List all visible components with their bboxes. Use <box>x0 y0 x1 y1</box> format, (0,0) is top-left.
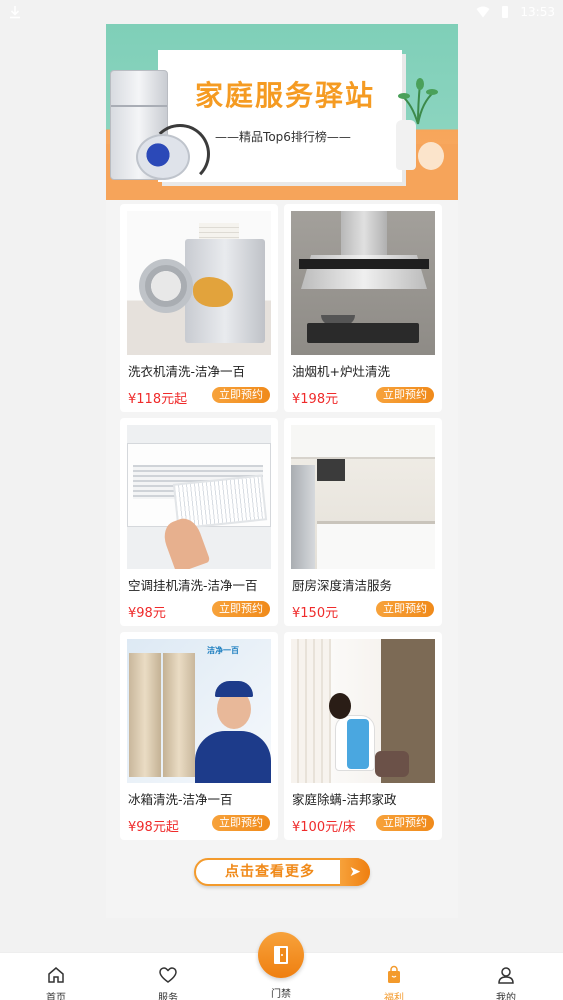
product-name: 空调挂机清洗-洁净一百 <box>128 578 258 593</box>
product-name: 厨房深度清洁服务 <box>292 578 393 593</box>
wifi-icon <box>476 6 490 18</box>
microwave-graphic <box>317 459 345 481</box>
stove-graphic <box>307 323 419 343</box>
product-name: 冰箱清洗-洁净一百 <box>128 792 233 807</box>
book-now-button[interactable]: 立即预约 <box>376 815 434 831</box>
air-conditioner-image <box>127 425 271 569</box>
battery-icon <box>502 6 509 18</box>
access-control-button[interactable] <box>258 932 304 978</box>
nav-label-mine: 我的 <box>496 993 516 1000</box>
kitchen-fridge-graphic <box>291 465 315 569</box>
washing-machine-image <box>127 211 271 355</box>
heart-icon <box>159 967 177 983</box>
view-more-label: 点击查看更多 <box>225 864 315 880</box>
nav-item-service[interactable]: 服务 <box>128 953 208 1000</box>
product-name: 家庭除螨-洁邦家政 <box>292 792 397 807</box>
cleaner-head-graphic <box>329 693 351 719</box>
status-time: 13:53 <box>520 5 555 19</box>
nav-label-access: 门禁 <box>271 989 291 1000</box>
status-left <box>8 5 22 19</box>
product-price: ¥198元 <box>292 392 339 407</box>
vase-illustration-2 <box>418 142 444 170</box>
welfare-panel: 家庭服务驿站 ——精品Top6排行榜—— 洗衣机清洗-洁净一百 ¥118元起 立… <box>106 24 458 918</box>
refrigerator-image: 洁净一百 <box>127 639 271 783</box>
nav-item-mine[interactable]: 我的 <box>466 953 546 1000</box>
product-price: ¥98元起 <box>128 820 179 835</box>
product-card[interactable]: 洗衣机清洗-洁净一百 ¥118元起 立即预约 <box>120 204 278 412</box>
book-now-button[interactable]: 立即预约 <box>212 815 270 831</box>
banner-subtitle: ——精品Top6排行榜—— <box>215 130 351 144</box>
brand-logo: 洁净一百 <box>207 646 239 655</box>
status-right: 13:53 <box>476 5 555 19</box>
book-now-button[interactable]: 立即预约 <box>212 387 270 403</box>
product-price: ¥100元/床 <box>292 820 356 835</box>
curtain-graphic <box>291 639 331 783</box>
product-card[interactable]: 油烟机+炉灶清洗 ¥198元 立即预约 <box>284 204 442 412</box>
hood-glass-graphic <box>299 259 429 269</box>
product-card[interactable]: 洁净一百 冰箱清洗-洁净一百 ¥98元起 立即预约 <box>120 632 278 840</box>
worker-body-graphic <box>195 731 271 783</box>
vase-illustration <box>396 120 416 170</box>
nav-item-home[interactable]: 首页 <box>16 953 96 1000</box>
kitchen-image <box>291 425 435 569</box>
user-icon <box>498 967 514 984</box>
washer-door-graphic <box>139 259 193 313</box>
home-icon <box>48 967 64 983</box>
banner-title: 家庭服务驿站 <box>194 79 375 112</box>
book-now-button[interactable]: 立即预约 <box>212 601 270 617</box>
status-bar: 13:53 <box>0 0 563 24</box>
product-name: 洗衣机清洗-洁净一百 <box>128 364 246 379</box>
hood-chimney-graphic <box>341 211 387 255</box>
door-icon <box>274 946 288 964</box>
cleaning-bag-graphic <box>375 751 409 777</box>
towels-graphic <box>199 223 239 239</box>
product-price: ¥98元 <box>128 606 166 621</box>
book-now-button[interactable]: 立即预约 <box>376 601 434 617</box>
nav-label-home: 首页 <box>46 993 66 1000</box>
download-icon <box>10 6 20 19</box>
banner: 家庭服务驿站 ——精品Top6排行榜—— <box>106 24 458 200</box>
bag-icon <box>388 965 400 983</box>
range-hood-image <box>291 211 435 355</box>
upper-cabinet-graphic <box>291 425 435 459</box>
view-more-button[interactable]: 点击查看更多 ➤ <box>194 858 370 886</box>
product-price: ¥150元 <box>292 606 339 621</box>
book-now-button[interactable]: 立即预约 <box>376 387 434 403</box>
product-name: 油烟机+炉灶清洗 <box>292 364 390 379</box>
nav-item-welfare[interactable]: 福利 <box>354 953 434 1000</box>
cleaner-apron-graphic <box>347 719 369 769</box>
vacuum-illustration <box>136 134 190 180</box>
product-card[interactable]: 空调挂机清洗-洁净一百 ¥98元 立即预约 <box>120 418 278 626</box>
fridge-door-left-graphic <box>129 653 161 777</box>
nav-label-service: 服务 <box>158 993 178 1000</box>
fridge-door-right-graphic <box>163 653 195 777</box>
cleaning-worker-image <box>291 639 435 783</box>
product-price: ¥118元起 <box>128 392 188 407</box>
product-card[interactable]: 厨房深度清洁服务 ¥150元 立即预约 <box>284 418 442 626</box>
lower-cabinet-graphic <box>317 521 435 569</box>
product-card[interactable]: 家庭除螨-洁邦家政 ¥100元/床 立即预约 <box>284 632 442 840</box>
nav-label-welfare: 福利 <box>384 993 404 1000</box>
arrow-right-icon: ➤ <box>340 858 370 886</box>
worker-cap-graphic <box>215 681 253 697</box>
